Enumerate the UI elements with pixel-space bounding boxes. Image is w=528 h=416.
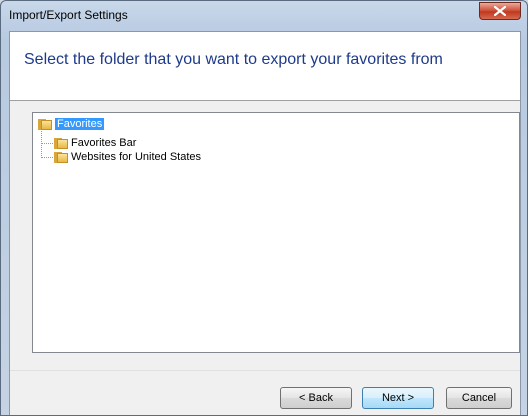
cancel-button[interactable]: Cancel [446,387,512,409]
header-panel: Select the folder that you want to expor… [10,32,520,101]
divider [10,370,520,371]
tree-connector [41,143,53,144]
tree-item-label: Websites for United States [71,151,202,163]
tree-item-label: Favorites [55,118,105,130]
tree-connector [41,131,42,158]
tree-item-favorites-bar[interactable]: Favorites Bar [54,136,136,150]
title-bar[interactable]: Import/Export Settings [1,1,527,29]
tree-item-favorites[interactable]: Favorites [38,117,105,131]
close-icon [494,6,506,16]
tree-item-websites[interactable]: Websites for United States [54,150,201,164]
dialog-body: Select the folder that you want to expor… [9,31,521,415]
close-button[interactable] [479,2,521,20]
tree-connector [41,157,53,158]
folder-tree[interactable]: Favorites Favorites Bar Websites for Uni… [32,112,520,353]
window-title: Import/Export Settings [9,8,128,22]
page-title: Select the folder that you want to expor… [24,51,443,68]
folder-icon [54,151,68,163]
next-button[interactable]: Next > [362,387,434,409]
back-button[interactable]: < Back [280,387,352,409]
folder-icon [54,137,68,149]
folder-icon [38,118,52,130]
import-export-window: Import/Export Settings Select the folder… [0,0,528,416]
tree-item-label: Favorites Bar [71,137,137,149]
